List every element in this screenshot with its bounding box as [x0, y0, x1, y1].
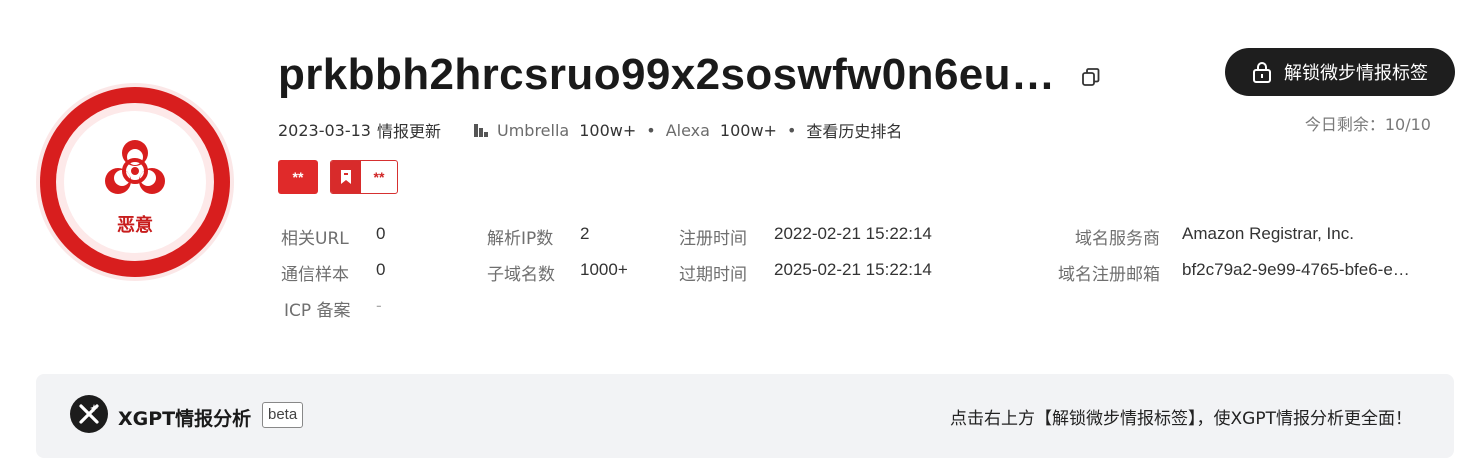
verdict-label: 恶意 [117, 215, 153, 236]
unlock-tags-label: 解锁微步情报标签 [1284, 63, 1428, 84]
related-url-value[interactable]: 0 [376, 224, 385, 244]
reg-email-label: 域名注册邮箱 [1058, 265, 1160, 285]
intel-tag[interactable]: ** [330, 160, 398, 194]
xgpt-hint: 点击右上方【解锁微步情报标签】，使XGPT情报分析更全面！ [950, 409, 1412, 429]
beta-badge: beta [262, 402, 304, 428]
resolved-ip-label: 解析IP数 [487, 229, 554, 249]
unlock-tags-button[interactable]: 解锁微步情报标签 [1225, 48, 1455, 96]
threat-tag[interactable]: ** [278, 160, 318, 194]
reg-email-value[interactable]: bf2c79a2-9e99-4765-bfe6-e… [1182, 260, 1432, 280]
subdomains-label: 子域名数 [487, 265, 555, 285]
alexa-value: 100w+ [719, 120, 777, 140]
comm-samples-label: 通信样本 [281, 265, 349, 285]
biohazard-icon [105, 140, 165, 194]
registrar-label: 域名服务商 [1075, 229, 1160, 249]
bookmark-icon [331, 161, 361, 193]
domain-title: prkbbh2hrcsruo99x2soswfw0n6eu… [278, 50, 1056, 99]
subdomains-value[interactable]: 1000+ [580, 260, 628, 280]
meta-row: 2023-03-13 情报更新 Umbrella 100w+ • Alexa 1… [278, 118, 902, 142]
xgpt-logo-icon [70, 395, 108, 433]
alexa-label: Alexa [665, 120, 710, 140]
icp-label: ICP 备案 [284, 301, 351, 321]
related-url-label: 相关URL [281, 229, 349, 249]
history-rank-link[interactable]: 查看历史排名 [806, 118, 902, 142]
reg-time-label: 注册时间 [679, 229, 747, 249]
umbrella-label: Umbrella [497, 120, 570, 140]
exp-time-value: 2025-02-21 15:22:14 [774, 260, 932, 279]
comm-samples-value[interactable]: 0 [376, 260, 385, 280]
update-date: 2023-03-13 [278, 120, 371, 140]
intel-tag-label: ** [373, 169, 385, 185]
lock-icon [1253, 62, 1271, 83]
registrar-value: Amazon Registrar, Inc. [1182, 224, 1354, 243]
umbrella-value: 100w+ [579, 120, 637, 140]
xgpt-title: XGPT情报分析 [118, 408, 252, 430]
separator-dot: • [786, 120, 797, 140]
rank-chart-icon [474, 124, 488, 137]
separator-dot: • [646, 120, 656, 140]
exp-time-label: 过期时间 [679, 265, 747, 285]
remaining-quota: 今日剩余：10/10 [1304, 115, 1431, 134]
icp-value: - [376, 296, 382, 315]
reg-time-value: 2022-02-21 15:22:14 [774, 224, 932, 243]
update-text: 情报更新 [376, 122, 441, 141]
copy-icon[interactable] [1080, 66, 1102, 88]
resolved-ip-value[interactable]: 2 [580, 224, 589, 244]
